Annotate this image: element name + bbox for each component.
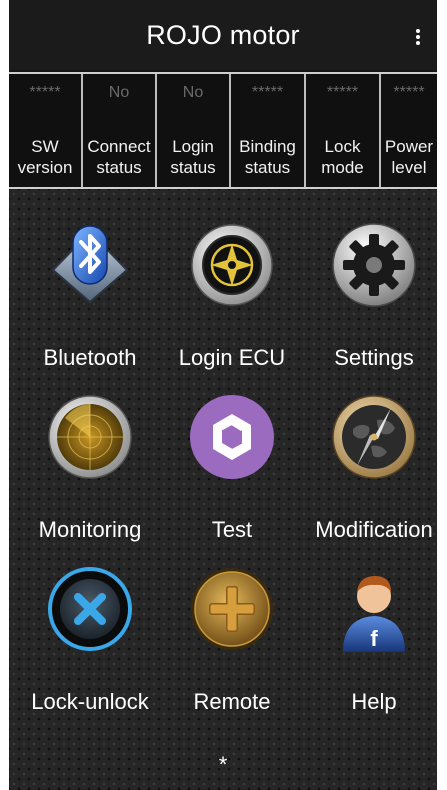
- status-login: No Login status: [157, 74, 231, 187]
- overflow-menu-icon[interactable]: [415, 27, 421, 47]
- compass-target-icon: [191, 224, 273, 306]
- status-binding: ***** Binding status: [231, 74, 306, 187]
- status-label: Login status: [170, 137, 216, 177]
- status-label: Binding status: [239, 137, 296, 177]
- status-power-level: ***** Power level: [381, 74, 437, 187]
- menu-item-login-ecu[interactable]: Login ECU: [161, 192, 303, 370]
- status-lock-mode: ***** Lock mode: [306, 74, 381, 187]
- radar-icon: [48, 395, 132, 479]
- gear-icon: [332, 223, 416, 307]
- menu-item-bluetooth[interactable]: Bluetooth: [19, 192, 161, 370]
- app-title: ROJO motor: [146, 19, 300, 50]
- status-connect: No Connect status: [83, 74, 157, 187]
- aperture-icon: [190, 395, 274, 479]
- status-value: No: [182, 84, 204, 101]
- status-label: SW version: [17, 137, 73, 177]
- status-value: *****: [326, 84, 359, 101]
- menu-item-help[interactable]: f Help: [303, 536, 437, 714]
- x-circle-icon: [48, 567, 132, 651]
- menu-item-label: Remote: [193, 689, 271, 714]
- status-label: Power level: [384, 137, 434, 177]
- status-bar: ***** SW version No Connect status No Logi…: [9, 72, 437, 189]
- svg-text:f: f: [370, 626, 378, 651]
- app-bar: ROJO motor: [9, 0, 437, 70]
- plus-circle-icon: [191, 568, 273, 650]
- user-facebook-icon: f: [343, 576, 405, 652]
- menu-item-remote[interactable]: Remote: [161, 536, 303, 714]
- world-compass-icon: [332, 395, 416, 479]
- menu-item-modification[interactable]: Modification: [303, 364, 437, 542]
- status-value: *****: [29, 84, 61, 101]
- status-label: Lock mode: [321, 137, 364, 177]
- status-value: No: [108, 84, 130, 101]
- menu-item-test[interactable]: Test: [161, 364, 303, 542]
- menu-item-lock-unlock[interactable]: Lock-unlock: [19, 536, 161, 714]
- status-label: Connect status: [87, 137, 151, 177]
- menu-item-label: Lock-unlock: [31, 689, 149, 714]
- status-value: *****: [393, 84, 425, 101]
- app-screen: ROJO motor ***** SW version No Connect sta…: [9, 0, 437, 790]
- menu-item-settings[interactable]: Settings: [303, 192, 437, 370]
- bluetooth-icon: [51, 225, 129, 304]
- status-value: *****: [251, 84, 284, 101]
- footer-asterisk: *: [218, 752, 228, 777]
- menu-item-label: Help: [351, 689, 397, 714]
- menu-item-monitoring[interactable]: Monitoring: [19, 364, 161, 542]
- status-sw-version: ***** SW version: [9, 74, 83, 187]
